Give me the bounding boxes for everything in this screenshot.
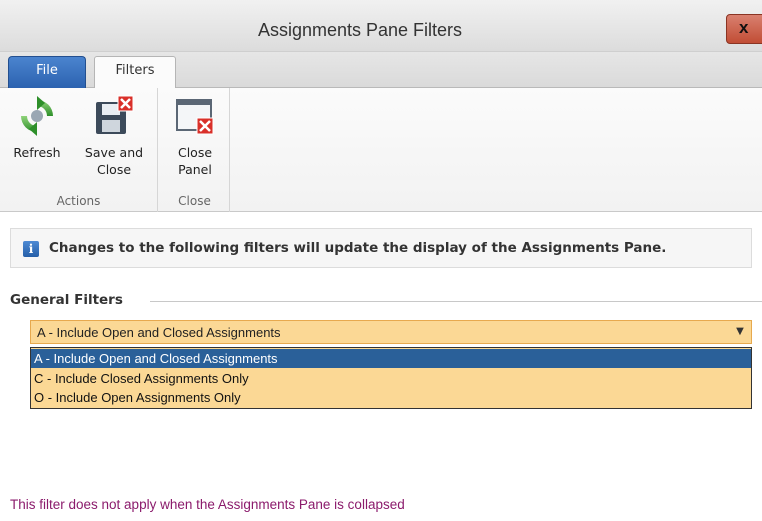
save-and-close-button[interactable]: Save and Close — [74, 94, 154, 178]
filter-note: This filter does not apply when the Assi… — [10, 497, 405, 512]
chevron-down-icon[interactable]: ▼ — [733, 324, 747, 340]
close-window-button[interactable]: x — [726, 14, 762, 44]
save-and-close-label-line1: Save and — [84, 145, 144, 160]
info-icon: i — [23, 241, 39, 257]
refresh-icon — [15, 94, 59, 138]
refresh-label: Refresh — [13, 145, 61, 160]
ribbon-group-actions: Refresh Save and Close Actions — [0, 88, 158, 212]
close-panel-icon — [173, 94, 217, 138]
dropdown-option-o[interactable]: O - Include Open Assignments Only — [31, 388, 751, 407]
ribbon-group-close: Close Panel Close — [160, 88, 230, 212]
refresh-button[interactable]: Refresh — [0, 94, 74, 161]
ribbon: Refresh Save and Close Actions Close Pan… — [0, 88, 762, 212]
ribbon-group-label-actions: Actions — [56, 194, 101, 208]
close-panel-label-line2: Panel — [178, 162, 212, 177]
info-bar: i Changes to the following filters will … — [10, 228, 752, 268]
close-panel-label-line1: Close — [177, 145, 213, 160]
title-bar: Assignments Pane Filters x — [0, 0, 762, 52]
combobox-selected-value: A - Include Open and Closed Assignments — [37, 325, 281, 340]
general-filters-title: General Filters — [10, 292, 129, 308]
section-divider — [150, 301, 762, 302]
info-text: Changes to the following filters will up… — [49, 240, 667, 256]
ribbon-group-label-close: Close — [178, 194, 211, 208]
tab-file[interactable]: File — [8, 56, 86, 88]
dropdown-option-a[interactable]: A - Include Open and Closed Assignments — [31, 349, 751, 368]
save-and-close-label-line2: Close — [96, 162, 132, 177]
assignment-filter-combobox[interactable]: A - Include Open and Closed Assignments … — [30, 320, 752, 344]
save-close-icon — [92, 94, 136, 138]
close-panel-button[interactable]: Close Panel — [166, 94, 224, 178]
window-title: Assignments Pane Filters — [257, 20, 463, 40]
assignment-filter-dropdown-list: A - Include Open and Closed Assignments … — [30, 347, 752, 409]
tab-filters[interactable]: Filters — [94, 56, 176, 89]
dropdown-option-c[interactable]: C - Include Closed Assignments Only — [31, 369, 751, 388]
ribbon-tab-row: File Filters — [0, 52, 762, 89]
